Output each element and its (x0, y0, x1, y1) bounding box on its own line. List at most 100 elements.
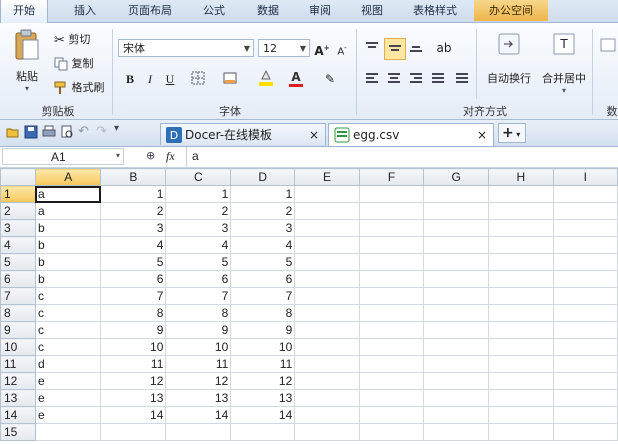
column-header[interactable]: I (552, 168, 618, 186)
cell[interactable] (358, 270, 425, 288)
copy-button[interactable]: 复制 (54, 55, 94, 71)
tab-data[interactable]: 数据 (246, 0, 290, 21)
cell[interactable]: d (34, 355, 102, 373)
function-icon[interactable]: fx (166, 149, 175, 164)
cell[interactable] (552, 304, 618, 322)
highlight-color-icon[interactable] (258, 69, 274, 86)
text-direction-icon[interactable]: ab (436, 40, 452, 56)
tab-view[interactable]: 视图 (350, 0, 394, 21)
cell[interactable] (358, 236, 425, 254)
select-all-corner[interactable] (0, 168, 36, 186)
cell[interactable]: 8 (230, 304, 296, 322)
cell[interactable] (488, 372, 554, 390)
cell[interactable]: 2 (230, 202, 296, 220)
cell[interactable]: 1 (230, 185, 296, 203)
cell[interactable]: 13 (100, 389, 167, 407)
cell[interactable] (552, 253, 618, 271)
number-format-icon[interactable] (600, 37, 616, 56)
font-size-select[interactable]: 12 ▼ (258, 39, 310, 57)
cell[interactable] (358, 253, 425, 271)
cell[interactable] (294, 185, 360, 203)
cell[interactable]: 14 (100, 406, 167, 424)
column-header[interactable]: A (34, 168, 102, 186)
cell[interactable]: 11 (100, 355, 167, 373)
tab-formulas[interactable]: 公式 (192, 0, 236, 21)
cell[interactable]: a (34, 202, 102, 220)
zoom-search-icon[interactable]: ⊕ (146, 149, 155, 162)
cell[interactable] (358, 304, 425, 322)
cell[interactable]: 7 (230, 287, 296, 305)
cell[interactable] (423, 219, 490, 237)
cell[interactable] (552, 202, 618, 220)
cell[interactable]: 6 (165, 270, 232, 288)
cell[interactable]: 6 (230, 270, 296, 288)
cell[interactable] (423, 287, 490, 305)
cell[interactable] (423, 372, 490, 390)
cell[interactable] (165, 423, 232, 441)
cell[interactable]: 14 (165, 406, 232, 424)
cell[interactable] (34, 423, 102, 441)
cell[interactable]: 10 (165, 338, 232, 356)
cell[interactable]: e (34, 372, 102, 390)
cell[interactable]: 1 (165, 185, 232, 203)
cell[interactable] (358, 406, 425, 424)
new-tab-button[interactable]: + ▾ (498, 123, 526, 143)
cell[interactable] (294, 236, 360, 254)
column-header[interactable]: H (488, 168, 554, 186)
tab-egg-csv[interactable]: egg.csv × (328, 123, 494, 146)
row-header[interactable]: 10 (0, 338, 36, 356)
row-header[interactable]: 8 (0, 304, 36, 322)
tab-table-style[interactable]: 表格样式 (402, 0, 468, 21)
redo-icon[interactable]: ↷ (96, 124, 107, 139)
cell[interactable] (294, 270, 360, 288)
undo-icon[interactable]: ↶ (78, 124, 89, 139)
cell[interactable] (358, 202, 425, 220)
row-header[interactable]: 7 (0, 287, 36, 305)
cell[interactable] (423, 355, 490, 373)
cut-button[interactable]: ✂ 剪切 (54, 31, 90, 48)
row-header[interactable]: 12 (0, 372, 36, 390)
italic-button[interactable]: I (142, 71, 158, 87)
cell[interactable]: 7 (100, 287, 167, 305)
cell[interactable] (552, 270, 618, 288)
font-name-select[interactable]: 宋体 ▼ (118, 39, 254, 57)
cell[interactable]: 5 (230, 253, 296, 271)
cell[interactable]: 6 (100, 270, 167, 288)
cell[interactable]: 9 (165, 321, 232, 339)
cell[interactable] (294, 304, 360, 322)
cell[interactable]: 5 (100, 253, 167, 271)
active-cell[interactable]: a (34, 185, 102, 203)
cell[interactable] (358, 185, 425, 203)
cell[interactable] (294, 321, 360, 339)
cell[interactable]: b (34, 253, 102, 271)
cell[interactable]: 2 (100, 202, 167, 220)
tab-insert[interactable]: 插入 (60, 0, 110, 21)
cell[interactable] (358, 219, 425, 237)
align-left-icon[interactable] (364, 71, 380, 87)
cell[interactable]: 4 (100, 236, 167, 254)
column-header[interactable]: D (230, 168, 296, 186)
cell[interactable] (488, 321, 554, 339)
cell[interactable] (423, 253, 490, 271)
cell[interactable]: 1 (100, 185, 167, 203)
cell[interactable] (230, 423, 296, 441)
align-bottom-icon[interactable] (408, 40, 424, 56)
cell[interactable] (423, 338, 490, 356)
cell[interactable] (552, 236, 618, 254)
distribute-icon[interactable] (454, 71, 470, 87)
cell[interactable]: 4 (165, 236, 232, 254)
cell[interactable]: b (34, 236, 102, 254)
cell[interactable] (294, 219, 360, 237)
cell[interactable]: 9 (230, 321, 296, 339)
cell[interactable]: 3 (100, 219, 167, 237)
shrink-font-icon[interactable]: A- (334, 40, 350, 57)
cell[interactable]: 2 (165, 202, 232, 220)
open-folder-icon[interactable] (6, 125, 20, 139)
cell[interactable] (488, 202, 554, 220)
cell[interactable]: 8 (165, 304, 232, 322)
cell[interactable]: 10 (100, 338, 167, 356)
cell[interactable] (423, 304, 490, 322)
cell[interactable] (488, 338, 554, 356)
cell[interactable]: c (34, 287, 102, 305)
cell[interactable] (488, 389, 554, 407)
